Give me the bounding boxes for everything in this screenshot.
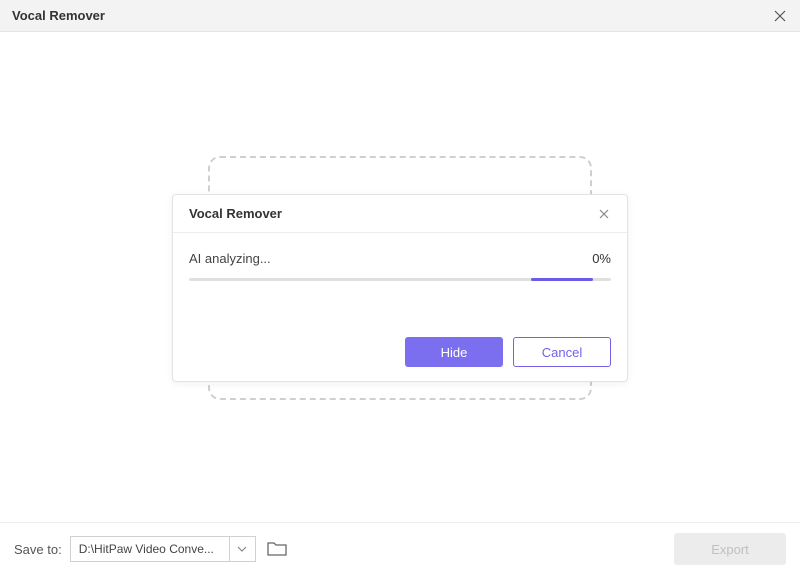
modal-title: Vocal Remover <box>189 206 282 221</box>
modal-footer: Hide Cancel <box>405 337 611 367</box>
window-title: Vocal Remover <box>12 8 105 23</box>
progress-fill <box>531 278 593 281</box>
folder-icon[interactable] <box>266 538 288 560</box>
modal-header: Vocal Remover <box>173 195 627 233</box>
status-text: AI analyzing... <box>189 251 271 266</box>
save-to-label: Save to: <box>14 542 62 557</box>
export-button[interactable]: Export <box>674 533 786 565</box>
cancel-button[interactable]: Cancel <box>513 337 611 367</box>
hide-button[interactable]: Hide <box>405 337 503 367</box>
path-display[interactable]: D:\HitPaw Video Conve... <box>70 536 230 562</box>
progress-modal: Vocal Remover AI analyzing... 0% Hide Ca… <box>172 194 628 382</box>
main-area: Vocal Remover AI analyzing... 0% Hide Ca… <box>0 32 800 522</box>
close-icon[interactable] <box>597 207 611 221</box>
path-selector: D:\HitPaw Video Conve... <box>70 536 256 562</box>
percent-text: 0% <box>592 251 611 266</box>
status-row: AI analyzing... 0% <box>189 251 611 266</box>
window-header: Vocal Remover <box>0 0 800 32</box>
footer-bar: Save to: D:\HitPaw Video Conve... Export <box>0 522 800 575</box>
chevron-down-icon[interactable] <box>230 536 256 562</box>
progress-bar <box>189 278 611 281</box>
modal-body: AI analyzing... 0% <box>173 233 627 281</box>
close-icon[interactable] <box>772 8 788 24</box>
